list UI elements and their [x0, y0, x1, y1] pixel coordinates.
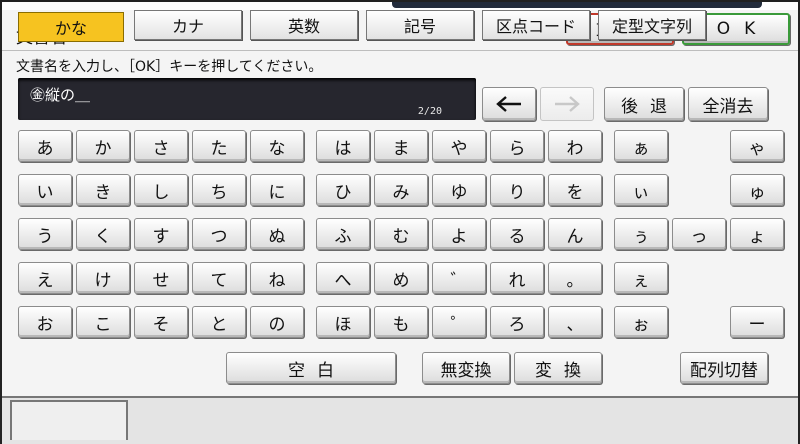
text-entry-screen: 文書名 取消 OK 文書名を入力し、［OK］キーを押してください。 ㊎縦の＿ 2… [0, 0, 800, 444]
tab-symbols[interactable]: 記号 [366, 10, 474, 40]
key-mi[interactable]: み [374, 174, 428, 206]
key-nu[interactable]: ぬ [250, 218, 304, 250]
key-a[interactable]: あ [18, 130, 72, 162]
key-su[interactable]: す [134, 218, 188, 250]
char-counter: 2/20 [417, 106, 442, 117]
key-ta[interactable]: た [192, 130, 246, 162]
key-small-yo[interactable]: ょ [730, 218, 784, 250]
key-ha[interactable]: は [316, 130, 370, 162]
key-ke[interactable]: け [76, 262, 130, 294]
key-ho[interactable]: ほ [316, 306, 370, 338]
henkan-button[interactable]: 変換 [514, 352, 602, 384]
key-so[interactable]: そ [134, 306, 188, 338]
key-ro[interactable]: ろ [490, 306, 544, 338]
key-ko[interactable]: こ [76, 306, 130, 338]
key-mo[interactable]: も [374, 306, 428, 338]
key-ni[interactable]: に [250, 174, 304, 206]
tab-hiragana[interactable]: かな [18, 12, 124, 42]
key-small-u[interactable]: ぅ [614, 218, 668, 250]
tab-katakana[interactable]: カナ [134, 10, 242, 40]
key-yo[interactable]: よ [432, 218, 486, 250]
key-fu[interactable]: ふ [316, 218, 370, 250]
key-he[interactable]: へ [316, 262, 370, 294]
key-re[interactable]: れ [490, 262, 544, 294]
instruction-text: 文書名を入力し、［OK］キーを押してください。 [16, 59, 323, 75]
space-button[interactable]: 空白 [226, 352, 396, 384]
input-value: ㊎縦の＿ [30, 86, 91, 104]
tab-kuten-code[interactable]: 区点コード [482, 10, 590, 40]
key-n[interactable]: ん [548, 218, 602, 250]
key-small-tsu[interactable]: っ [672, 218, 726, 250]
document-name-input[interactable]: ㊎縦の＿ 2/20 [18, 78, 476, 120]
top-status-strip [392, 2, 762, 8]
key-na[interactable]: な [250, 130, 304, 162]
key-handakuten[interactable]: ゜ [432, 306, 486, 338]
clear-all-button[interactable]: 全消去 [688, 87, 768, 121]
key-small-a[interactable]: ぁ [614, 130, 668, 162]
key-ri[interactable]: り [490, 174, 544, 206]
arrow-right-icon [555, 96, 580, 112]
key-no[interactable]: の [250, 306, 304, 338]
key-o[interactable]: お [18, 306, 72, 338]
key-ya[interactable]: や [432, 130, 486, 162]
arrow-left-icon [496, 96, 521, 112]
key-chi[interactable]: ち [192, 174, 246, 206]
key-tsu[interactable]: つ [192, 218, 246, 250]
key-wa[interactable]: わ [548, 130, 602, 162]
tab-alphanumeric[interactable]: 英数 [250, 10, 358, 40]
key-ki[interactable]: き [76, 174, 130, 206]
cursor-left-button[interactable] [482, 87, 536, 121]
muhenkan-button[interactable]: 無変換 [422, 352, 510, 384]
key-ma[interactable]: ま [374, 130, 428, 162]
active-tab-frame [10, 400, 128, 440]
key-small-i[interactable]: ぃ [614, 174, 668, 206]
key-sa[interactable]: さ [134, 130, 188, 162]
key-ku[interactable]: く [76, 218, 130, 250]
key-ne[interactable]: ね [250, 262, 304, 294]
backspace-button[interactable]: 後退 [604, 87, 684, 121]
key-small-o[interactable]: ぉ [614, 306, 668, 338]
key-shi[interactable]: し [134, 174, 188, 206]
key-me[interactable]: め [374, 262, 428, 294]
key-small-ya[interactable]: ゃ [730, 130, 784, 162]
key-wo[interactable]: を [548, 174, 602, 206]
cursor-right-button[interactable] [540, 87, 594, 121]
key-to[interactable]: と [192, 306, 246, 338]
layout-switch-button[interactable]: 配列切替 [680, 352, 768, 384]
key-u[interactable]: う [18, 218, 72, 250]
key-e[interactable]: え [18, 262, 72, 294]
key-ra[interactable]: ら [490, 130, 544, 162]
tab-preset-text[interactable]: 定型文字列 [598, 10, 706, 40]
key-small-e[interactable]: ぇ [614, 262, 668, 294]
key-dakuten[interactable]: ゛ [432, 262, 486, 294]
key-te[interactable]: て [192, 262, 246, 294]
key-period[interactable]: 。 [548, 262, 602, 294]
key-comma[interactable]: 、 [548, 306, 602, 338]
key-hi[interactable]: ひ [316, 174, 370, 206]
key-yu[interactable]: ゆ [432, 174, 486, 206]
key-ru[interactable]: る [490, 218, 544, 250]
key-se[interactable]: せ [134, 262, 188, 294]
key-small-yu[interactable]: ゅ [730, 174, 784, 206]
key-mu[interactable]: む [374, 218, 428, 250]
key-long-vowel[interactable]: ー [730, 306, 784, 338]
key-i[interactable]: い [18, 174, 72, 206]
key-ka[interactable]: か [76, 130, 130, 162]
